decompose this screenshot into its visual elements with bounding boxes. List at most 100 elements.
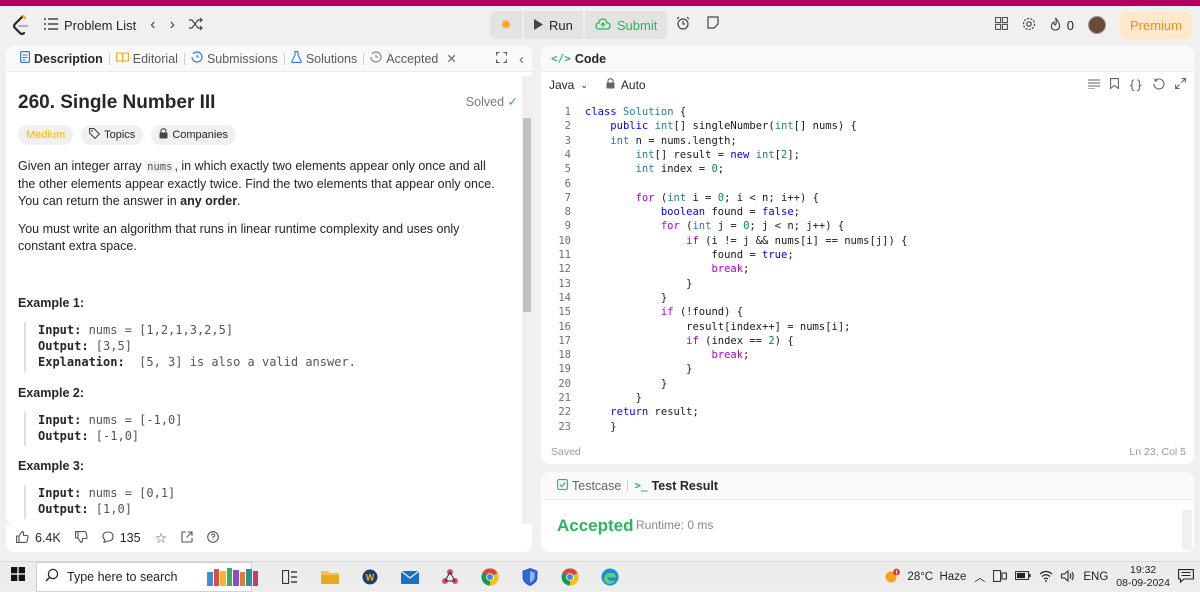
- app-icon-w[interactable]: W: [350, 562, 390, 592]
- like-button[interactable]: 6.4K: [16, 530, 61, 546]
- wifi-icon[interactable]: [1039, 570, 1053, 585]
- runtime-info: Runtime: 0 ms: [636, 518, 714, 532]
- streak-counter[interactable]: 0: [1050, 17, 1074, 34]
- mail-icon[interactable]: [390, 562, 430, 592]
- braces-icon[interactable]: {}: [1129, 78, 1143, 92]
- comments-button[interactable]: 135: [102, 530, 141, 546]
- tab-submissions[interactable]: Submissions: [185, 46, 284, 72]
- companies-label: Companies: [172, 129, 228, 141]
- chrome-icon[interactable]: [550, 562, 590, 592]
- share-icon[interactable]: [181, 530, 193, 546]
- flask-icon: [290, 51, 302, 66]
- terminal-icon: >_: [634, 479, 648, 492]
- user-avatar[interactable]: [1087, 16, 1106, 34]
- help-circle-icon[interactable]: [207, 530, 219, 546]
- security-shield-icon[interactable]: [510, 562, 550, 592]
- star-icon[interactable]: ☆: [155, 530, 168, 547]
- language-select[interactable]: Java ⌄: [549, 78, 588, 92]
- debug-button[interactable]: ✸: [490, 11, 522, 39]
- volume-icon[interactable]: [1061, 569, 1075, 585]
- line-number: 4: [564, 148, 571, 161]
- close-tab-icon[interactable]: ✕: [446, 51, 456, 66]
- tab-accepted[interactable]: Accepted ✕: [364, 46, 463, 72]
- tray-network-icon[interactable]: [993, 569, 1008, 585]
- taskbar-books-widget[interactable]: [200, 562, 270, 592]
- tab-test-result[interactable]: >_ Test Result: [628, 472, 724, 500]
- auto-mode-toggle[interactable]: Auto: [606, 78, 646, 92]
- battery-icon[interactable]: [1015, 571, 1031, 583]
- system-tray: ! 28°C Haze ︿ ENG 19:32 08-09-2024: [883, 562, 1194, 592]
- submit-button[interactable]: Submit: [584, 11, 668, 39]
- top-navbar: Problem List ‹ › ✸ Run Submit 0 Premium: [0, 6, 1200, 44]
- book-icon: [115, 51, 129, 66]
- premium-button[interactable]: Premium: [1119, 11, 1192, 39]
- settings-gear-icon[interactable]: [1022, 17, 1036, 34]
- taskbar-clock[interactable]: 19:32 08-09-2024: [1116, 564, 1170, 590]
- shuffle-icon[interactable]: [188, 17, 203, 33]
- tab-editorial[interactable]: Editorial: [110, 46, 184, 72]
- tab-solutions[interactable]: Solutions: [285, 46, 363, 72]
- line-number: 22: [558, 406, 571, 419]
- example-title: Example 1:: [18, 296, 85, 310]
- play-icon: [534, 18, 543, 33]
- run-button[interactable]: Run: [524, 11, 583, 39]
- search-placeholder: Type here to search: [67, 569, 178, 584]
- line-number: 10: [558, 234, 571, 247]
- difficulty-badge: Medium: [18, 125, 74, 145]
- line-number: 2: [564, 120, 571, 133]
- comment-bubble-icon: [102, 530, 114, 546]
- task-view-icon[interactable]: [270, 562, 310, 592]
- timer-button[interactable]: [669, 11, 697, 39]
- code-editor[interactable]: 1 class Solution {2 public int[] singleNu…: [541, 104, 1181, 434]
- language-label: Java: [549, 78, 575, 92]
- problem-description: 260. Single Number III Solved ✓ Medium T…: [18, 76, 518, 524]
- format-lines-icon[interactable]: [1087, 78, 1100, 92]
- expand-icon[interactable]: [1175, 78, 1186, 92]
- problem-list-label: Problem List: [64, 17, 137, 33]
- scrollbar-thumb[interactable]: [523, 118, 531, 312]
- input-value: nums = [1,2,1,3,2,5]: [81, 323, 234, 337]
- history-icon: [191, 51, 203, 66]
- line-content: }: [585, 363, 693, 376]
- test-result-scrollbar[interactable]: [1182, 510, 1192, 550]
- result-status: Accepted: [557, 516, 634, 535]
- problem-list-button[interactable]: Problem List: [44, 18, 136, 33]
- edge-icon[interactable]: [590, 562, 630, 592]
- example-block: Input: nums = [0,1] Output: [1,0]: [24, 485, 175, 519]
- network-app-icon[interactable]: [430, 562, 470, 592]
- mode-label: Auto: [620, 78, 646, 92]
- bookmark-icon[interactable]: [1109, 78, 1119, 92]
- chevron-up-icon[interactable]: ︿: [974, 569, 985, 585]
- problem-tags: Medium Topics Companies: [18, 125, 236, 145]
- tab-testcase[interactable]: Testcase: [551, 472, 627, 500]
- notes-button[interactable]: [699, 11, 727, 39]
- file-explorer-icon[interactable]: [310, 562, 350, 592]
- line-number: 3: [564, 134, 571, 147]
- tab-description[interactable]: Description: [14, 46, 109, 72]
- reset-icon[interactable]: [1153, 77, 1165, 93]
- chrome-profile-icon[interactable]: [470, 562, 510, 592]
- prev-problem-icon[interactable]: ‹: [150, 16, 155, 34]
- thumbs-up-icon: [16, 530, 29, 546]
- problem-title[interactable]: 260. Single Number III: [18, 92, 215, 114]
- notification-icon[interactable]: [1178, 568, 1194, 586]
- companies-chip[interactable]: Companies: [151, 125, 236, 145]
- line-content: for (int j = 0; j < n; j++) {: [660, 220, 845, 233]
- cloud-upload-icon: [595, 17, 611, 33]
- note-icon: [707, 16, 719, 34]
- leetcode-logo-icon[interactable]: [12, 14, 30, 36]
- maximize-icon[interactable]: [496, 52, 507, 66]
- topics-chip[interactable]: Topics: [81, 125, 144, 145]
- output-label: Output:: [38, 429, 89, 443]
- weather-widget[interactable]: ! 28°C Haze: [883, 568, 966, 587]
- windows-logo-icon: [11, 567, 25, 586]
- line-content: found = true;: [585, 249, 794, 261]
- start-button[interactable]: [0, 562, 36, 592]
- layout-grid-icon[interactable]: [994, 17, 1008, 33]
- line-content: break;: [711, 263, 750, 276]
- dislike-button[interactable]: [74, 530, 88, 546]
- next-problem-icon[interactable]: ›: [170, 16, 175, 34]
- language-indicator[interactable]: ENG: [1083, 571, 1108, 583]
- collapse-chevron-left-icon[interactable]: ‹: [519, 51, 524, 68]
- description-scrollbar[interactable]: [522, 76, 532, 524]
